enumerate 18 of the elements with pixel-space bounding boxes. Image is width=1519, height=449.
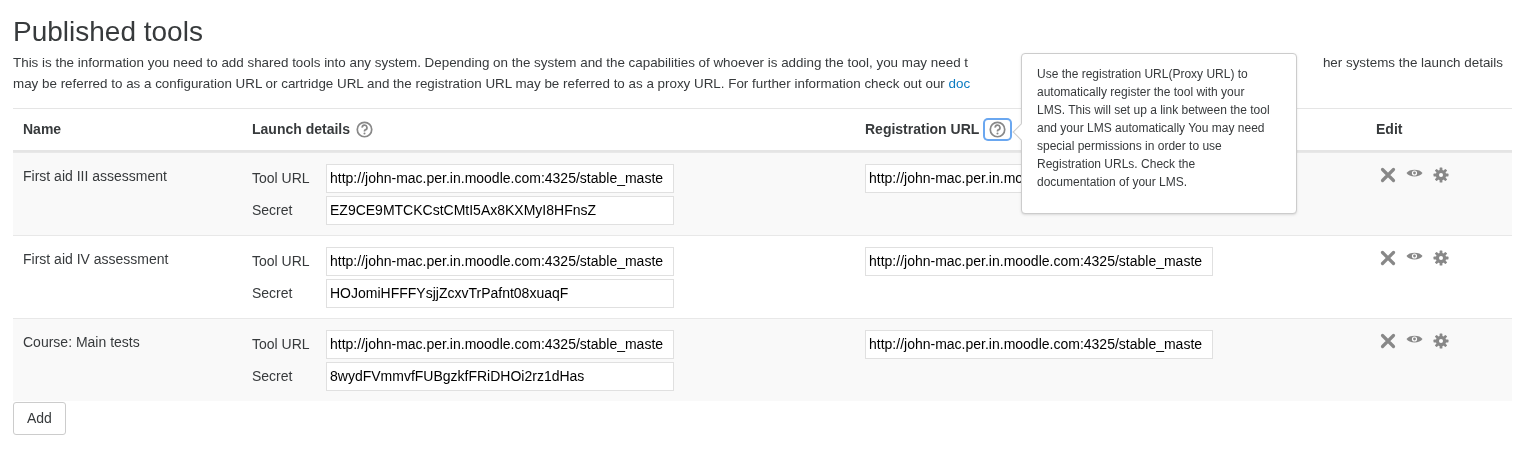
field-label: Tool URL: [252, 170, 310, 186]
tool-name: First aid III assessment: [23, 168, 167, 184]
intro-text: This is the information you need to add shared tools into any system. Depending on the system and the capabilities of whoever is adding the tool, you may need t: [13, 54, 969, 72]
column-header: Name: [23, 120, 62, 139]
column-header: Edit: [1376, 120, 1403, 139]
field-label: Secret: [252, 368, 293, 384]
field-label: Secret: [252, 285, 293, 301]
column-header: Registration URL: [865, 120, 980, 139]
column-header: Launch details: [252, 120, 351, 139]
intro-text: her systems the launch details: [1322, 54, 1503, 72]
field-label: Secret: [252, 202, 293, 218]
page-title: Published tools: [13, 15, 204, 49]
field-label: Tool URL: [252, 253, 310, 269]
field-label: Tool URL: [252, 336, 310, 352]
intro-text: may be referred to as a configuration URL or cartridge URL and the registration URL may be referred to as a proxy URL. For further information check out our: [13, 76, 946, 91]
tooltip-text: Use the registration URL(Proxy URL) to automatically register the tool with your LMS. This will set up a link between the tool and your LMS automatically You may need special permissions in order to use Registration URLs. Check the documentation of your LMS.: [1037, 66, 1271, 191]
tool-name: First aid IV assessment: [23, 251, 169, 267]
tool-name: Course: Main tests: [23, 334, 140, 350]
